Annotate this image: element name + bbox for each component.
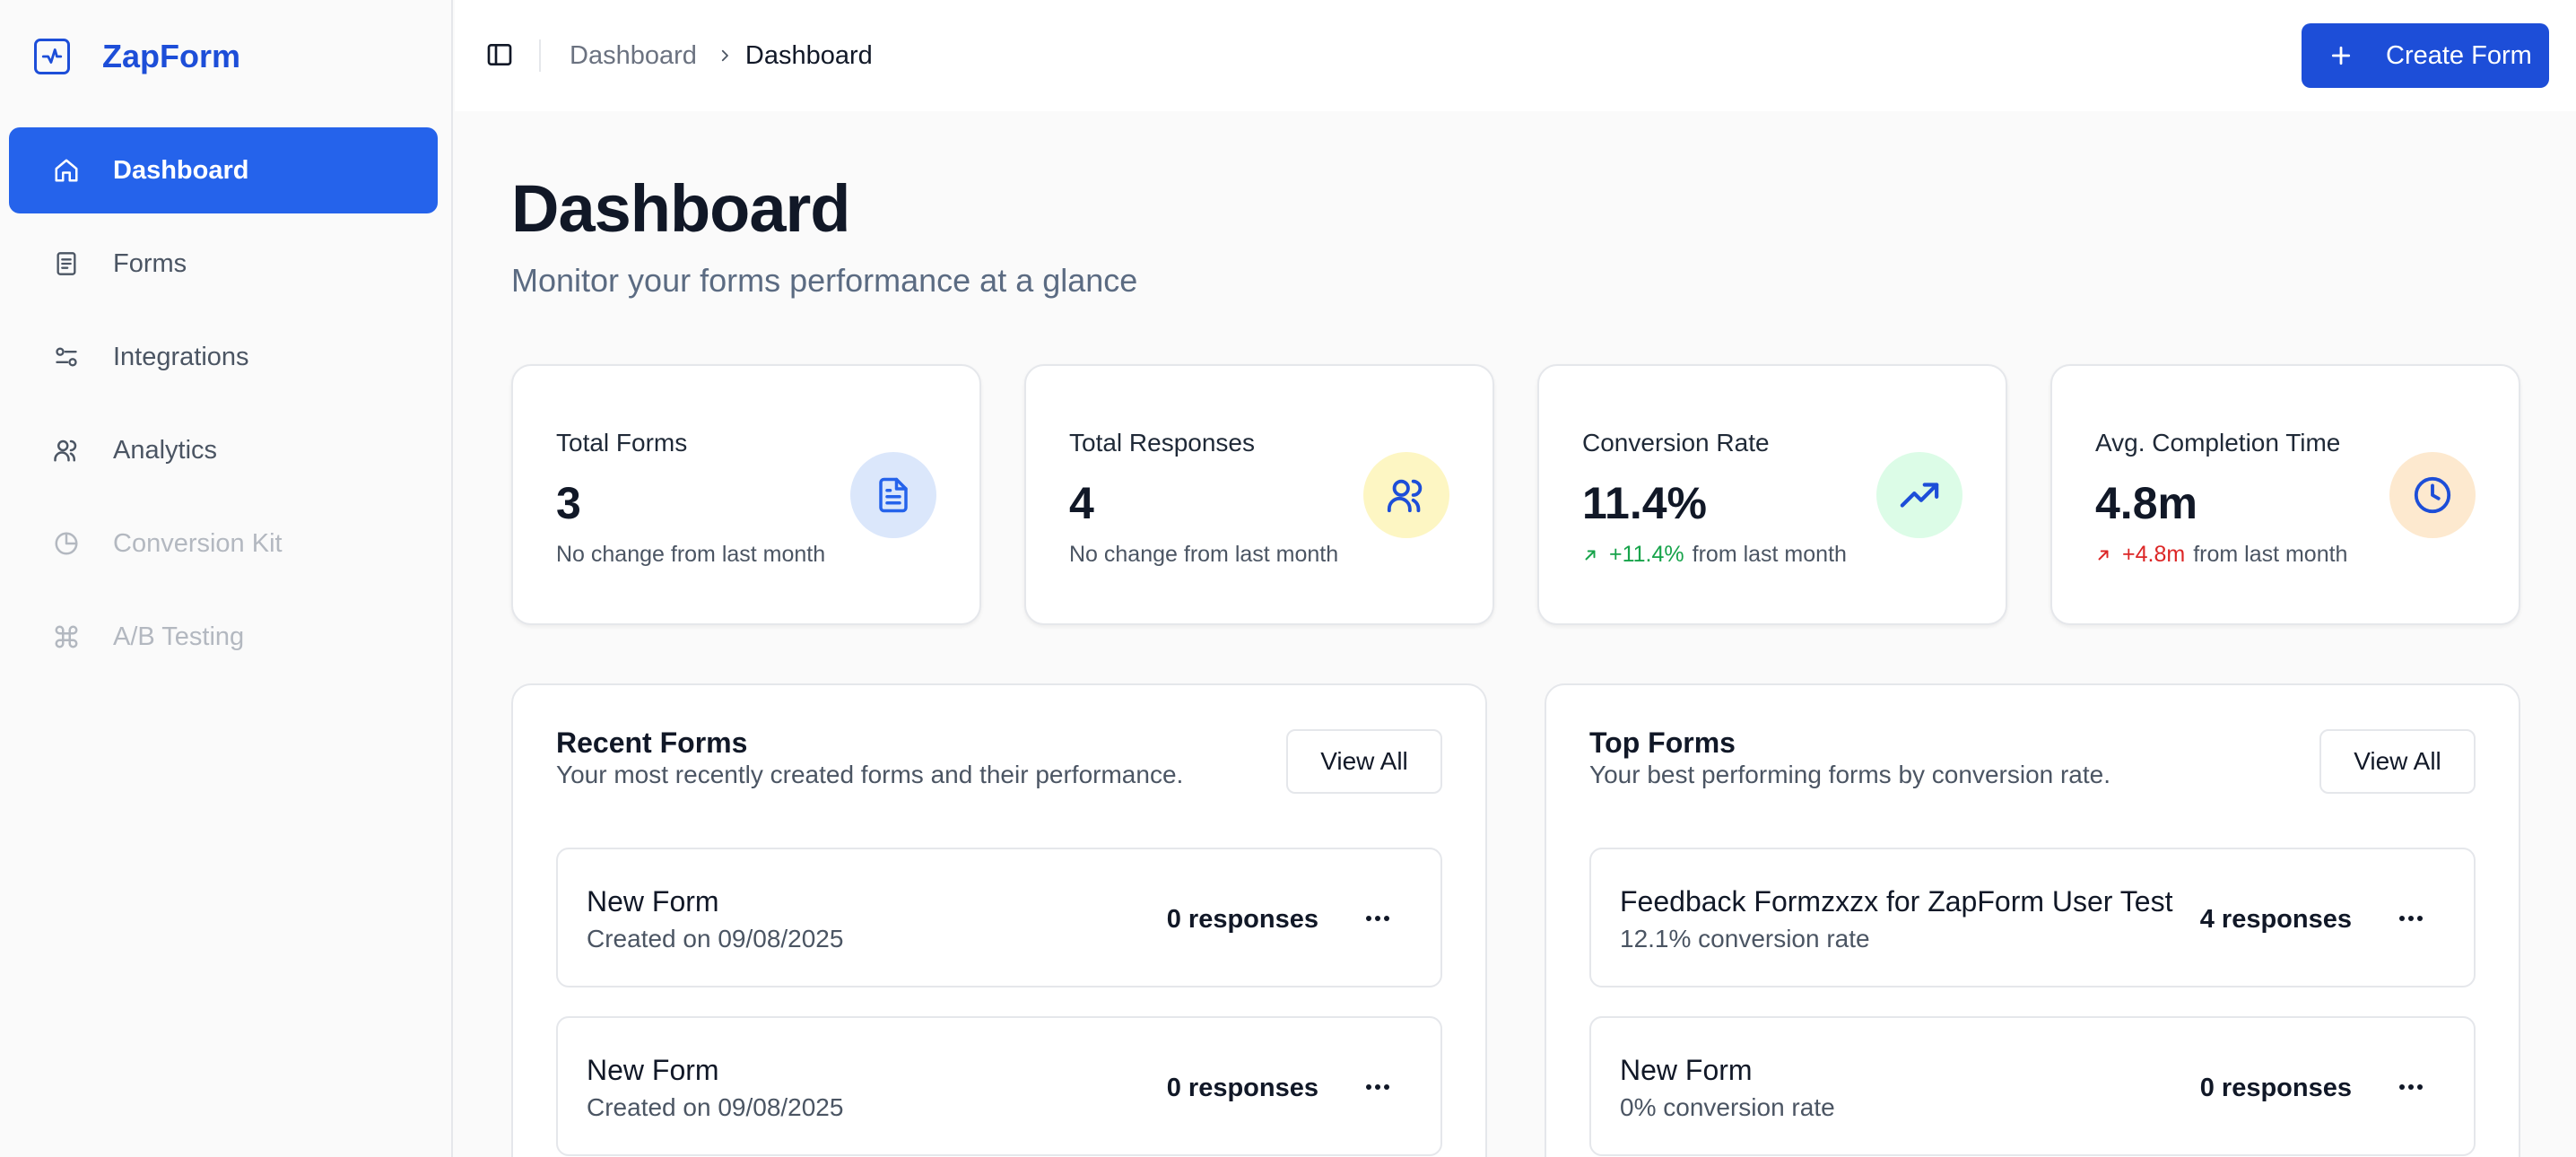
- breadcrumb-link-dashboard[interactable]: Dashboard: [570, 41, 697, 71]
- stat-note: No change from last month: [1069, 542, 1338, 568]
- sidebar-item-label: Conversion Kit: [113, 528, 283, 558]
- sidebar-nav: Dashboard Forms Integrations Analytics C…: [9, 127, 438, 687]
- create-form-button[interactable]: Create Form: [2302, 23, 2549, 88]
- users-icon: [52, 436, 81, 465]
- stat-delta: +4.8m: [2122, 542, 2186, 567]
- top-forms-panel: Top Forms Your best performing forms by …: [1545, 683, 2520, 1157]
- page-title: Dashboard: [511, 171, 851, 246]
- plus-icon: [2328, 43, 2354, 68]
- stat-delta: +11.4%: [1609, 542, 1684, 567]
- form-meta: Created on 09/08/2025: [587, 1093, 844, 1121]
- panel-title: Top Forms: [1589, 726, 1736, 759]
- arrow-up-right-icon: [1582, 546, 1600, 564]
- list-item[interactable]: Feedback Formzxzx for ZapForm User Test …: [1589, 848, 2476, 987]
- stat-card-total-forms: Total Forms 3 No change from last month: [511, 364, 981, 625]
- pie-chart-icon: [52, 529, 81, 558]
- sidebar: ZapForm Dashboard Forms Integrations Ana…: [0, 0, 453, 1157]
- recent-forms-panel: Recent Forms Your most recently created …: [511, 683, 1487, 1157]
- clock-icon: [2389, 452, 2476, 538]
- more-horizontal-icon[interactable]: [2395, 1074, 2427, 1100]
- stat-value: 11.4%: [1582, 478, 1708, 528]
- form-meta: 12.1% conversion rate: [1620, 925, 1870, 953]
- chevron-right-icon: [717, 47, 735, 65]
- view-all-button[interactable]: View All: [1286, 729, 1442, 794]
- stat-card-total-responses: Total Responses 4 No change from last mo…: [1024, 364, 1494, 625]
- breadcrumb-current: Dashboard: [744, 40, 873, 70]
- stat-value: 4: [1069, 478, 1094, 528]
- home-icon: [52, 156, 81, 185]
- list-item[interactable]: New Form Created on 09/08/2025 0 respons…: [556, 848, 1442, 987]
- stat-value: 3: [556, 478, 581, 528]
- stat-note-text: from last month: [2193, 542, 2348, 567]
- stat-card-avg-completion-time: Avg. Completion Time 4.8m +4.8m from las…: [2050, 364, 2520, 625]
- sliders-icon: [52, 343, 81, 371]
- more-horizontal-icon[interactable]: [1362, 905, 1394, 932]
- stat-value: 4.8m: [2095, 478, 2197, 528]
- create-form-label: Create Form: [2386, 40, 2532, 70]
- stat-note: +11.4% from last month: [1582, 542, 1847, 568]
- header-divider: [539, 39, 541, 72]
- arrow-up-right-icon: [2095, 546, 2113, 564]
- brand[interactable]: ZapForm: [34, 36, 240, 77]
- sidebar-item-analytics[interactable]: Analytics: [9, 407, 438, 493]
- sidebar-item-label: Integrations: [113, 342, 249, 371]
- stat-note-text: No change from last month: [556, 542, 826, 567]
- trending-up-icon: [1876, 452, 1962, 538]
- sidebar-item-label: A/B Testing: [113, 622, 245, 651]
- list-item[interactable]: New Form Created on 09/08/2025 0 respons…: [556, 1016, 1442, 1156]
- logo-activity-icon: [34, 39, 70, 74]
- sidebar-item-conversion-kit[interactable]: Conversion Kit: [9, 500, 438, 587]
- stat-card-conversion-rate: Conversion Rate 11.4% +11.4% from last m…: [1537, 364, 2007, 625]
- stat-label: Conversion Rate: [1582, 429, 1770, 457]
- sidebar-item-ab-testing[interactable]: A/B Testing: [9, 594, 438, 680]
- stat-label: Avg. Completion Time: [2095, 429, 2341, 457]
- response-count: 0 responses: [2199, 1074, 2352, 1102]
- response-count: 4 responses: [2199, 905, 2352, 934]
- stat-note-text: from last month: [1692, 542, 1847, 567]
- sidebar-item-integrations[interactable]: Integrations: [9, 314, 438, 400]
- brand-name: ZapForm: [102, 38, 241, 74]
- stat-note: No change from last month: [556, 542, 825, 568]
- form-meta: 0% conversion rate: [1620, 1093, 1835, 1121]
- sidebar-item-dashboard[interactable]: Dashboard: [9, 127, 438, 213]
- sidebar-item-forms[interactable]: Forms: [9, 221, 438, 307]
- top-bar: Dashboard Dashboard Create Form: [455, 0, 2576, 111]
- command-icon: [52, 622, 81, 651]
- sidebar-item-label: Dashboard: [113, 155, 249, 185]
- file-icon: [52, 249, 81, 278]
- form-name: New Form: [587, 885, 719, 918]
- panel-subtitle: Your best performing forms by conversion…: [1589, 761, 2111, 788]
- stat-note: +4.8m from last month: [2095, 542, 2347, 568]
- stat-label: Total Responses: [1069, 429, 1256, 457]
- file-text-icon: [850, 452, 936, 538]
- stat-note-text: No change from last month: [1069, 542, 1339, 567]
- sidebar-item-label: Analytics: [113, 435, 218, 465]
- form-meta: Created on 09/08/2025: [587, 925, 844, 953]
- panel-subtitle: Your most recently created forms and the…: [556, 761, 1184, 788]
- stat-label: Total Forms: [556, 429, 688, 457]
- view-all-button[interactable]: View All: [2319, 729, 2476, 794]
- more-horizontal-icon[interactable]: [1362, 1074, 1394, 1100]
- form-name: Feedback Formzxzx for ZapForm User Test: [1620, 885, 2173, 918]
- response-count: 0 responses: [1166, 905, 1318, 934]
- form-name: New Form: [587, 1054, 719, 1086]
- panel-title: Recent Forms: [556, 726, 748, 759]
- sidebar-item-label: Forms: [113, 248, 187, 278]
- breadcrumb: Dashboard Dashboard: [570, 39, 873, 72]
- sidebar-toggle-icon[interactable]: [485, 40, 514, 69]
- response-count: 0 responses: [1166, 1074, 1318, 1102]
- list-item[interactable]: New Form 0% conversion rate 0 responses: [1589, 1016, 2476, 1156]
- users-icon: [1363, 452, 1449, 538]
- form-name: New Form: [1620, 1054, 1753, 1086]
- page-subtitle: Monitor your forms performance at a glan…: [511, 262, 1138, 299]
- more-horizontal-icon[interactable]: [2395, 905, 2427, 932]
